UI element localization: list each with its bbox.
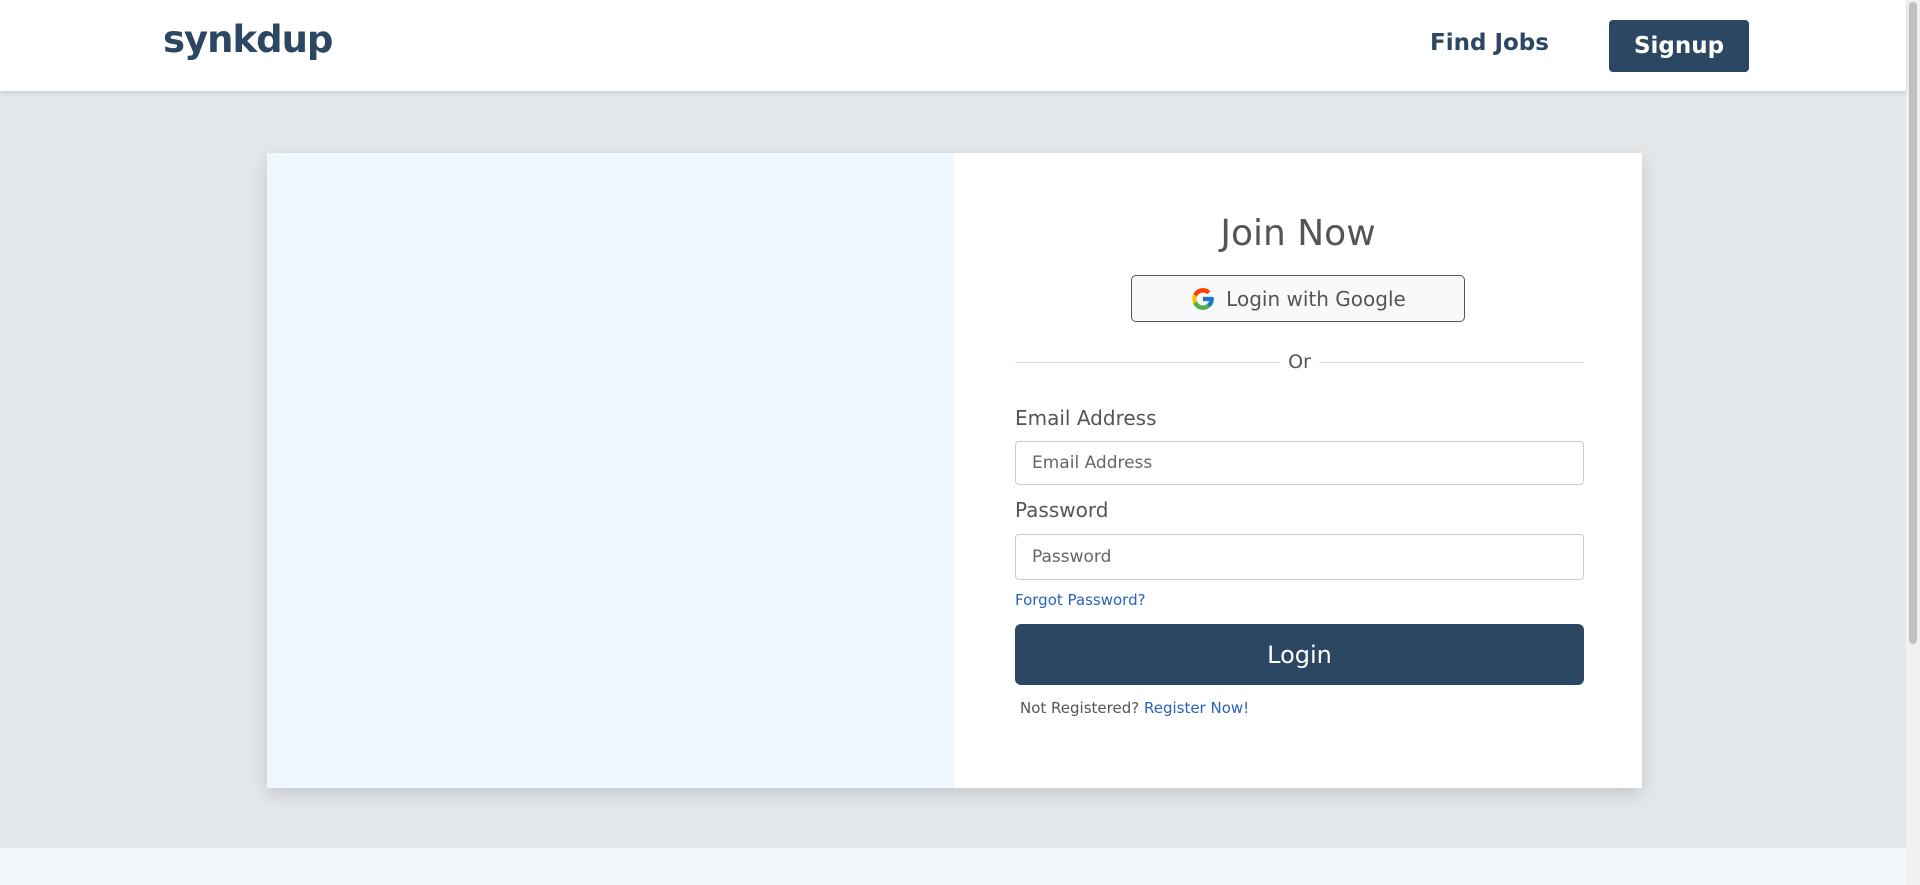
forgot-password-link[interactable]: Forgot Password?	[1015, 591, 1146, 609]
google-login-label: Login with Google	[1226, 286, 1406, 311]
or-divider: Or	[1015, 347, 1584, 377]
scrollbar-thumb[interactable]	[1909, 2, 1917, 644]
register-row: Not Registered? Register Now!	[1020, 699, 1249, 717]
find-jobs-link[interactable]: Find Jobs	[1430, 30, 1549, 56]
email-label: Email Address	[1015, 406, 1157, 430]
page-title: Join Now	[1220, 213, 1376, 254]
signup-button[interactable]: Signup	[1609, 20, 1749, 72]
google-login-button[interactable]: Login with Google	[1131, 275, 1465, 322]
register-now-link[interactable]: Register Now!	[1144, 699, 1249, 717]
password-label: Password	[1015, 498, 1109, 522]
footer-strip	[0, 848, 1906, 885]
divider-line-right	[1318, 361, 1584, 363]
email-field[interactable]	[1015, 441, 1584, 485]
login-button[interactable]: Login	[1015, 624, 1584, 685]
login-form-panel: Join Now Login with Google Or Email Addr…	[954, 153, 1642, 788]
scrollbar[interactable]	[1906, 0, 1920, 885]
logo[interactable]: synkdup	[163, 18, 333, 61]
top-navbar: synkdup Find Jobs Signup	[0, 0, 1906, 91]
or-text: Or	[1288, 351, 1311, 373]
login-card: Join Now Login with Google Or Email Addr…	[267, 153, 1642, 788]
illustration-panel	[267, 153, 954, 788]
divider-line-left	[1015, 361, 1281, 363]
not-registered-text: Not Registered?	[1020, 699, 1140, 717]
google-g-icon	[1192, 287, 1215, 310]
password-field[interactable]	[1015, 534, 1584, 580]
